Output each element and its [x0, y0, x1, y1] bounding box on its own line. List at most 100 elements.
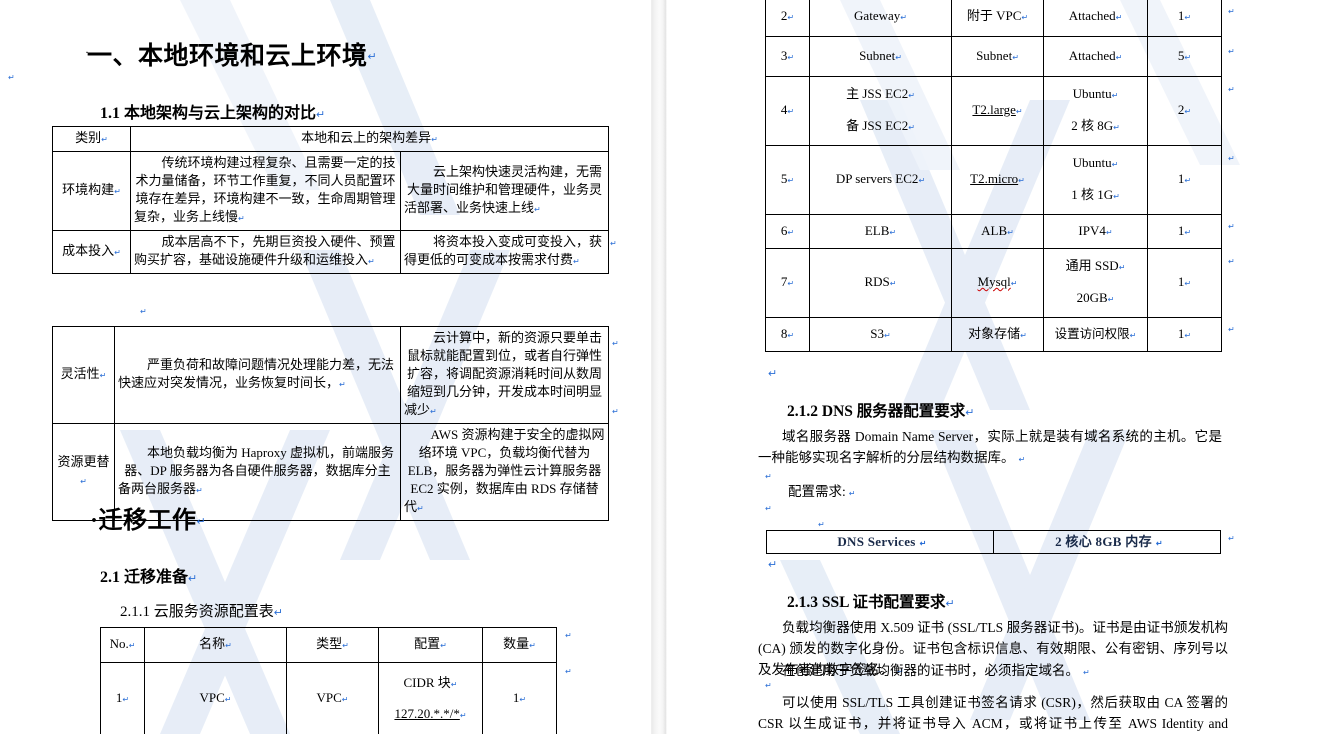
cell-type: 对象存储↵: [951, 317, 1044, 352]
pilcrow-mark: ↵: [459, 710, 467, 720]
heading-2-1-1: 2.1.1 云服务资源配置表↵: [120, 600, 283, 621]
table-row: 1↵ VPC↵ VPC↵ CIDR 块↵ 127.20.*.*/*↵ 1↵: [100, 662, 557, 734]
pilcrow-mark: ↵: [341, 694, 349, 704]
cell-text-line1: Ubuntu: [1072, 86, 1112, 101]
cell-type: 附于 VPC↵: [951, 0, 1044, 37]
pilcrow-mark: ↵: [884, 330, 891, 340]
pilcrow-mark: ↵: [224, 694, 232, 704]
paragraph-mark: ↵: [1155, 539, 1163, 548]
cell-type: Subnet↵: [951, 36, 1044, 77]
heading-chapter-1: ·一、本地环境和云上环境↵: [83, 36, 377, 72]
pilcrow-mark: ↵: [965, 407, 975, 419]
pilcrow-mark: ↵: [1184, 279, 1192, 288]
cell-text: 环境构建: [62, 182, 115, 197]
cell-text: T2.large: [972, 102, 1016, 117]
cell-text: VPC: [199, 689, 225, 705]
pilcrow-mark: ↵: [787, 52, 795, 62]
paragraph-mark: ↵: [848, 489, 856, 498]
cell-qty: 5↵: [1147, 36, 1222, 77]
pilcrow-mark: ↵: [1111, 160, 1119, 169]
pilcrow-mark: ↵: [1021, 12, 1029, 22]
pilcrow-mark: ↵: [1184, 330, 1192, 340]
cell-dns-spec: 2 核心 8GB 内存 ↵: [993, 530, 1221, 554]
paragraph-mark: ↵: [8, 73, 15, 82]
cell-name: S3↵: [809, 317, 952, 352]
cell-text: 严重负荷和故障问题情况处理能力差，无法快速应对突发情况，业务恢复时间长，: [118, 357, 394, 390]
dns-config-table: DNS Services ↵ 2 核心 8GB 内存 ↵: [766, 530, 1221, 554]
pilcrow-mark: ↵: [431, 135, 438, 144]
table-header-cell: 类别↵: [52, 126, 131, 152]
col-header-qty: 数量↵: [482, 627, 557, 663]
heading-migration-text: ·迁移工作: [90, 508, 197, 534]
resource-config-table: No.↵ 名称↵ 类型↵ 配置↵ 数量↵ 1↵ VPC↵ VPC↵ CIDR 块…: [100, 627, 557, 734]
cell-config: Attached↵: [1043, 36, 1148, 77]
cell-text: 附于 VPC: [966, 7, 1022, 23]
ssl-paragraph-2: 在创建用于负载均衡器的证书时，必须指定域名。 ↵: [758, 660, 1228, 681]
cell-no: 6↵: [765, 214, 810, 249]
page-gutter-divider: [648, 0, 670, 734]
cell-config: IPV4↵: [1043, 214, 1148, 249]
paragraph-mark: ↵: [1228, 85, 1235, 94]
paragraph-mark: ↵: [610, 239, 617, 248]
cell-no: 2↵: [765, 0, 810, 37]
cell-qty: 1↵: [1147, 145, 1222, 215]
pilcrow-mark: ↵: [1111, 91, 1119, 100]
pilcrow-mark: ↵: [787, 279, 795, 288]
paragraph-mark: ↵: [612, 339, 619, 348]
pilcrow-mark: ↵: [80, 477, 87, 486]
cell-qty: 1↵: [1147, 0, 1222, 37]
dns-requirement-label: 配置需求: ↵: [788, 481, 855, 502]
cell-text: VPC: [316, 689, 342, 705]
pilcrow-mark: ↵: [122, 694, 130, 704]
cell-config: CIDR 块↵ 127.20.*.*/*↵: [378, 662, 483, 734]
cell-name: 主 JSS EC2↵ 备 JSS EC2↵: [809, 76, 952, 146]
cell-text: RDS: [864, 274, 890, 289]
pilcrow-mark: ↵: [787, 176, 795, 185]
pilcrow-mark: ↵: [1115, 52, 1123, 62]
cell-no: 4↵: [765, 76, 810, 146]
cell-type: VPC↵: [286, 662, 379, 734]
pilcrow-mark: ↵: [273, 607, 283, 619]
pilcrow-mark: ↵: [1184, 12, 1192, 22]
cell-dns-service: DNS Services ↵: [766, 530, 994, 554]
table-row: 2↵ Gateway↵ 附于 VPC↵ Attached↵ 1↵: [765, 0, 1222, 37]
paragraph-mark: ↵: [565, 667, 572, 676]
cell-text: 设置访问权限: [1054, 326, 1130, 341]
heading-2-1: 2.1 迁移准备↵: [100, 563, 197, 587]
table-row: 3↵ Subnet↵ Subnet↵ Attached↵ 5↵: [765, 36, 1222, 77]
heading-1-1-text: 1.1 本地架构与云上架构的对比: [100, 105, 317, 122]
document-page-right: 2↵ Gateway↵ 附于 VPC↵ Attached↵ 1↵ 3↵ Subn…: [670, 0, 1317, 734]
ssl-paragraph-2-text: 在创建用于负载均衡器的证书时，必须指定域名。: [782, 663, 1079, 678]
col-header-name: 名称↵: [144, 627, 287, 663]
cell-text: ALB: [981, 222, 1008, 238]
paragraph-mark: ↵: [565, 631, 572, 640]
cell-text: 本地负载均衡为 Haproxy 虚拟机，前端服务器、DP 服务器为各自硬件服务器…: [118, 445, 394, 496]
pilcrow-mark: ↵: [1020, 330, 1027, 340]
cell-qty: 1↵: [1147, 317, 1222, 352]
cell-onprem: 传统环境构建过程复杂、且需要一定的技术力量储备，环节工作重复，不同人员配置环境存…: [130, 151, 401, 231]
heading-1-1: 1.1 本地架构与云上架构的对比↵: [100, 99, 325, 123]
paragraph-mark: ↵: [1228, 257, 1235, 266]
pilcrow-mark: ↵: [1015, 107, 1023, 116]
paragraph-mark: ↵: [765, 472, 772, 481]
pilcrow-mark: ↵: [417, 504, 424, 513]
ssl-paragraph-3: 可以使用 SSL/TLS 工具创建证书签名请求 (CSR)，然后获取由 CA 签…: [758, 692, 1228, 734]
pilcrow-mark: ↵: [787, 330, 795, 340]
col-header-config: 配置↵: [378, 627, 483, 663]
pilcrow-mark: ↵: [908, 91, 915, 100]
heading-2-1-2: 2.1.2 DNS 服务器配置要求↵: [787, 399, 974, 421]
dns-requirement-label-text: 配置需求:: [788, 484, 846, 499]
cell-name: VPC↵: [144, 662, 287, 734]
cell-no: 5↵: [765, 145, 810, 215]
cell-text: 配置: [414, 636, 441, 651]
paragraph-mark: ↵: [765, 504, 772, 513]
cell-text-line2: 1 核 1G: [1071, 187, 1114, 202]
table-row: 8↵ S3↵ 对象存储↵ 设置访问权限↵ 1↵: [765, 317, 1222, 352]
pilcrow-mark: ↵: [1007, 227, 1014, 237]
paragraph-mark: ↵: [1228, 7, 1235, 16]
bullet-dot: ·: [85, 45, 89, 59]
cell-text: 2 核心 8GB 内存: [1055, 534, 1152, 549]
cell-name: DP servers EC2↵: [809, 145, 952, 215]
cell-qty: 1↵: [1147, 248, 1222, 318]
cell-name: Gateway↵: [809, 0, 952, 37]
